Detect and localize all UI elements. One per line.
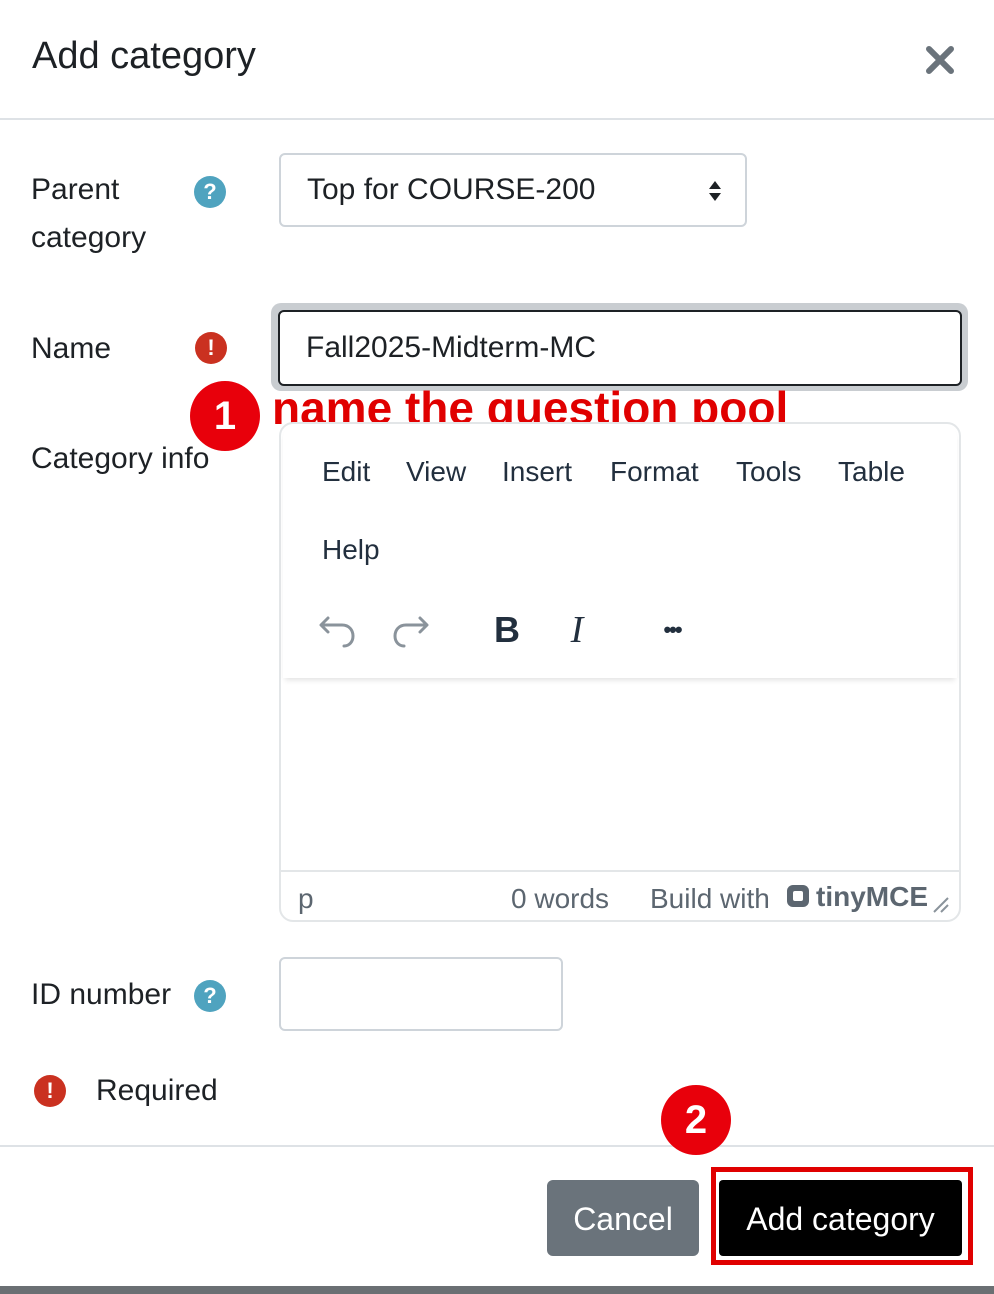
add-category-button[interactable]: Add category — [719, 1180, 962, 1256]
parent-category-selected-value: Top for COURSE-200 — [307, 173, 596, 206]
name-input[interactable]: Fall2025-Midterm-MC — [278, 310, 962, 386]
bottom-edge — [0, 1286, 994, 1294]
id-number-help-icon[interactable]: ? — [194, 980, 226, 1012]
id-number-input[interactable] — [279, 957, 563, 1031]
tinymce-brand[interactable]: tinyMCE — [816, 877, 928, 917]
footer-divider — [0, 1145, 994, 1147]
menu-edit[interactable]: Edit — [322, 452, 370, 492]
menu-help[interactable]: Help — [322, 530, 380, 570]
menu-table[interactable]: Table — [838, 452, 905, 492]
menu-format[interactable]: Format — [610, 452, 699, 492]
bold-icon[interactable]: B — [481, 604, 533, 656]
dialog-title: Add category — [32, 35, 256, 77]
element-path[interactable]: p — [298, 879, 314, 919]
required-icon: ! — [195, 332, 227, 364]
close-icon[interactable] — [920, 40, 960, 80]
word-count: 0 words — [511, 883, 610, 914]
italic-icon[interactable]: I — [551, 604, 603, 656]
parent-category-help-icon[interactable]: ? — [194, 176, 226, 208]
more-icon[interactable]: ••• — [646, 604, 698, 656]
menu-view[interactable]: View — [406, 452, 466, 492]
parent-category-select[interactable]: Top for COURSE-200 — [279, 153, 747, 227]
redo-icon[interactable] — [384, 604, 436, 656]
required-legend-icon: ! — [34, 1075, 66, 1107]
menu-insert[interactable]: Insert — [502, 452, 572, 492]
step-2-badge: 2 — [661, 1085, 731, 1155]
category-info-label: Category info — [31, 442, 210, 475]
id-number-label: ID number — [31, 978, 172, 1011]
build-with-text: Build with — [650, 883, 770, 914]
menu-tools[interactable]: Tools — [736, 452, 801, 492]
editor-content-area[interactable] — [283, 680, 957, 868]
select-arrows-icon — [709, 181, 721, 201]
name-label: Name — [31, 332, 112, 365]
parent-category-label-line1: Parent — [31, 173, 120, 206]
required-note: Required — [96, 1074, 218, 1107]
undo-icon[interactable] — [312, 604, 364, 656]
cancel-button[interactable]: Cancel — [547, 1180, 699, 1256]
parent-category-label: Parent category — [31, 166, 146, 262]
tinymce-logo-icon — [785, 883, 811, 909]
parent-category-label-line2: category — [31, 221, 147, 254]
resize-handle-icon[interactable] — [932, 896, 950, 914]
